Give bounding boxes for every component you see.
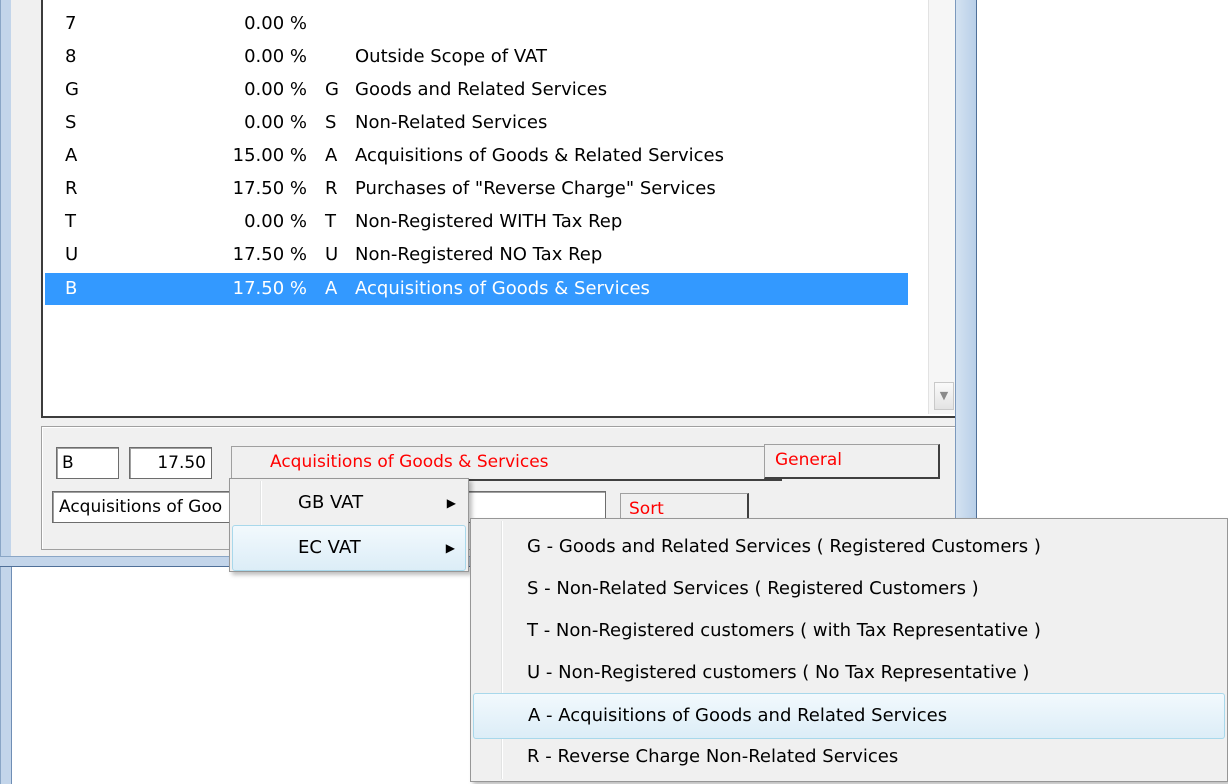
list-row[interactable]: G 0.00 % G Goods and Related Services (45, 74, 908, 106)
row-ec-code: S (325, 112, 337, 133)
row-rate: 15.00 % (232, 145, 307, 166)
list-row[interactable]: T 0.00 % T Non-Registered WITH Tax Rep (45, 206, 908, 238)
row-description: Non-Registered NO Tax Rep (355, 244, 603, 265)
row-description: Acquisitions of Goods & Services (355, 278, 650, 299)
context-menu: GB VAT ▶ EC VAT ▶ (229, 478, 469, 572)
submenu-item[interactable]: S - Non-Related Services ( Registered Cu… (473, 567, 1225, 611)
submenu-item-label: A - Acquisitions of Goods and Related Se… (528, 705, 948, 726)
list-row[interactable]: A 15.00 % A Acquisitions of Goods & Rela… (45, 140, 908, 172)
list-row-selected[interactable]: B 17.50 % A Acquisitions of Goods & Serv… (45, 273, 908, 305)
row-rate: 0.00 % (244, 46, 307, 67)
submenu-item-label: T - Non-Registered customers ( with Tax … (527, 620, 1041, 641)
submenu-item-label: S - Non-Related Services ( Registered Cu… (527, 578, 979, 599)
row-ec-code: U (325, 244, 339, 265)
row-rate: 0.00 % (244, 211, 307, 232)
row-code: B (65, 278, 78, 299)
row-ec-code: G (325, 79, 339, 100)
vat-code-field[interactable]: B (56, 447, 119, 479)
row-code: R (65, 178, 78, 199)
submenu-item-highlighted[interactable]: A - Acquisitions of Goods and Related Se… (473, 693, 1225, 739)
row-description: Outside Scope of VAT (355, 46, 547, 67)
vat-rate-field[interactable]: 17.50 (129, 447, 212, 479)
list-row[interactable]: R 17.50 % R Purchases of "Reverse Charge… (45, 173, 908, 205)
submenu-arrow-icon: ▶ (445, 541, 455, 555)
row-rate: 17.50 % (232, 244, 307, 265)
row-code: U (65, 244, 79, 265)
submenu-item-label: R - Reverse Charge Non-Related Services (527, 746, 899, 767)
row-ec-code: A (325, 145, 338, 166)
dialog-client-area: 7 0.00 % 8 0.00 % Outside Scope of VAT G… (11, 0, 958, 556)
vat-code-list[interactable]: 7 0.00 % 8 0.00 % Outside Scope of VAT G… (41, 0, 958, 418)
row-rate: 17.50 % (232, 278, 307, 299)
vat-type-display: General (764, 444, 940, 479)
row-code: 7 (65, 13, 77, 34)
submenu-arrow-icon: ▶ (446, 496, 456, 510)
scroll-down-arrow-icon[interactable]: ▼ (934, 382, 954, 410)
row-rate: 0.00 % (244, 13, 307, 34)
menu-item-ec-vat[interactable]: EC VAT ▶ (232, 525, 466, 571)
row-description: Non-Registered WITH Tax Rep (355, 211, 623, 232)
row-rate: 0.00 % (244, 112, 307, 133)
submenu-item[interactable]: R - Reverse Charge Non-Related Services (473, 735, 1225, 779)
list-row[interactable]: S 0.00 % S Non-Related Services (45, 107, 908, 139)
row-code: S (65, 112, 77, 133)
menu-item-label: EC VAT (298, 537, 361, 558)
list-row[interactable]: 7 0.00 % (45, 8, 908, 40)
row-description: Goods and Related Services (355, 79, 608, 100)
row-description: Non-Related Services (355, 112, 548, 133)
row-code: 8 (65, 46, 77, 67)
row-code: G (65, 79, 79, 100)
vat-description-display: Acquisitions of Goods & Services (231, 446, 782, 481)
list-row[interactable]: 8 0.00 % Outside Scope of VAT (45, 41, 908, 73)
submenu-item[interactable]: T - Non-Registered customers ( with Tax … (473, 609, 1225, 653)
list-row[interactable]: U 17.50 % U Non-Registered NO Tax Rep (45, 239, 908, 271)
row-code: A (65, 145, 78, 166)
row-ec-code: R (325, 178, 338, 199)
submenu-item[interactable]: U - Non-Registered customers ( No Tax Re… (473, 651, 1225, 695)
list-vertical-scrollbar[interactable]: ▼ (928, 0, 956, 414)
menu-item-gb-vat[interactable]: GB VAT ▶ (232, 481, 466, 525)
row-ec-code: T (325, 211, 336, 232)
window-right-border (955, 0, 977, 565)
menu-item-label: GB VAT (298, 492, 364, 513)
row-description: Purchases of "Reverse Charge" Services (355, 178, 716, 199)
submenu-item[interactable]: G - Goods and Related Services ( Registe… (473, 525, 1225, 569)
row-rate: 0.00 % (244, 79, 307, 100)
row-ec-code: A (325, 278, 338, 299)
row-code: T (65, 211, 76, 232)
submenu-item-label: U - Non-Registered customers ( No Tax Re… (527, 662, 1030, 683)
ec-vat-submenu: G - Goods and Related Services ( Registe… (470, 518, 1228, 782)
row-description: Acquisitions of Goods & Related Services (355, 145, 724, 166)
row-rate: 17.50 % (232, 178, 307, 199)
submenu-item-label: G - Goods and Related Services ( Registe… (527, 536, 1041, 557)
